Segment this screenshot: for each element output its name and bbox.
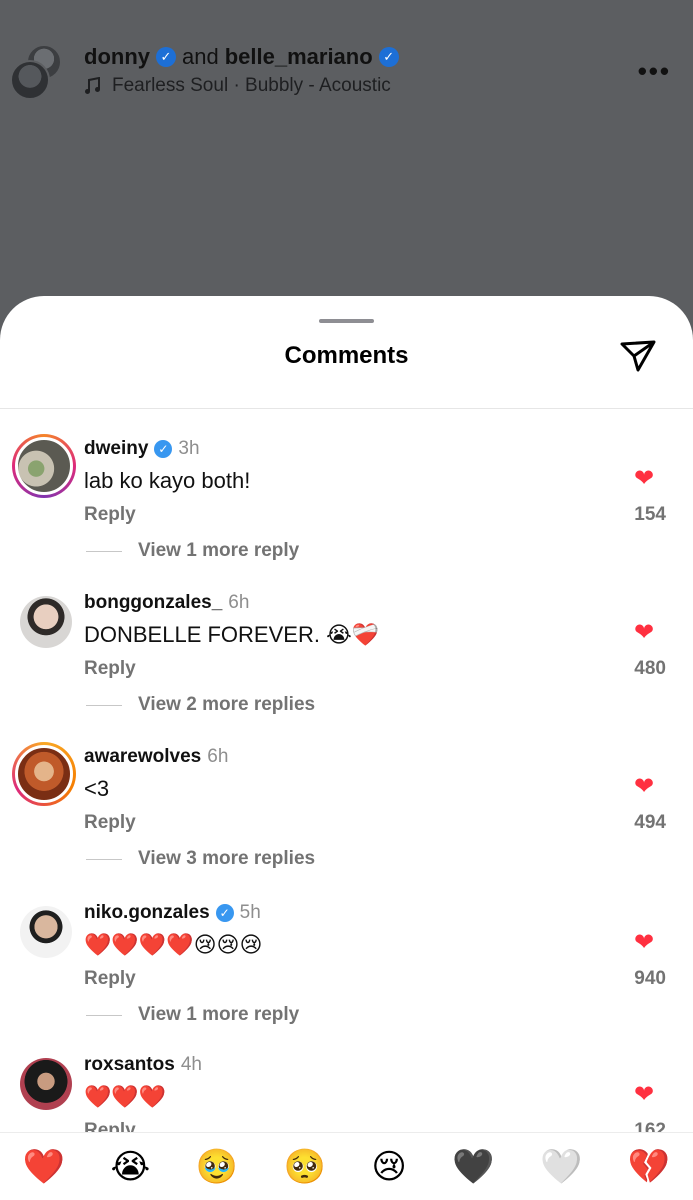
replies-line [86, 858, 122, 860]
comment-username[interactable]: roxsantos [84, 1054, 175, 1076]
view-replies-button[interactable]: View 1 more reply [86, 540, 299, 562]
like-count: 480 [634, 658, 666, 679]
avatar[interactable] [20, 1058, 72, 1110]
post-music[interactable]: Fearless Soul · Bubbly - Acoustic [84, 75, 391, 97]
comment-text: ❤️❤️❤️❤️😢😢😢 [84, 932, 263, 957]
heart-icon[interactable]: ❤ [634, 618, 654, 647]
comment-header: awarewolves 6h [84, 746, 228, 768]
view-replies-label: View 3 more replies [138, 848, 316, 869]
heart-icon[interactable]: ❤ [634, 772, 654, 801]
comment-username[interactable]: awarewolves [84, 746, 201, 768]
avatar [10, 60, 50, 100]
comment-time: 5h [239, 902, 261, 923]
sheet-title: Comments [284, 342, 409, 369]
send-icon[interactable] [618, 338, 658, 374]
comment-time: 6h [207, 746, 229, 767]
reply-button[interactable]: Reply [84, 968, 136, 990]
replies-line [86, 704, 122, 706]
view-replies-button[interactable]: View 2 more replies [86, 694, 315, 716]
like-count: 494 [634, 812, 666, 833]
divider [0, 408, 693, 409]
view-replies-button[interactable]: View 1 more reply [86, 1004, 299, 1026]
heart-icon[interactable]: ❤ [634, 464, 654, 493]
comment-item: niko.gonzales ✓ 5h ❤️❤️❤️❤️😢😢😢 Reply ❤ 9… [0, 902, 693, 1056]
comment-text: <3 [84, 776, 110, 801]
avatar[interactable] [12, 434, 76, 498]
view-replies-label: View 1 more reply [138, 1004, 300, 1025]
comment-text: ❤️❤️❤️ [84, 1084, 167, 1109]
view-replies-label: View 2 more replies [138, 694, 316, 715]
comment-text: DONBELLE FOREVER. 😭❤️‍🩹 [84, 622, 380, 647]
emoji-reaction-bar: ❤️ 😭 🥹 🥺 😢 🖤 🤍 💔 [0, 1132, 693, 1200]
post-author-2[interactable]: belle_mariano [225, 44, 373, 70]
view-replies-label: View 1 more reply [138, 540, 300, 561]
post-and-text: and [182, 44, 219, 69]
comment-item: awarewolves 6h <3 Reply ❤ 494 View 3 mor… [0, 742, 693, 900]
comment-time: 4h [180, 1054, 202, 1075]
post-header: donny ✓ and belle_mariano ✓ Fearless Sou… [0, 36, 693, 106]
post-author-1[interactable]: donny [84, 44, 150, 70]
comment-header: bonggonzales_ 6h [84, 592, 249, 614]
white-heart-emoji-icon[interactable]: 🤍 [540, 1147, 582, 1187]
heart-icon[interactable]: ❤ [634, 928, 654, 957]
post-authors: donny ✓ and belle_mariano ✓ [84, 44, 399, 70]
verified-badge-icon: ✓ [156, 47, 176, 67]
comment-header: roxsantos 4h [84, 1054, 202, 1076]
verified-badge-icon: ✓ [154, 440, 173, 458]
music-label: Fearless Soul · Bubbly - Acoustic [112, 75, 391, 96]
like-count: 154 [634, 504, 666, 525]
post-avatars[interactable] [10, 44, 66, 100]
heart-icon[interactable]: ❤ [634, 1080, 654, 1109]
holding-back-tears-emoji-icon[interactable]: 🥹 [196, 1147, 238, 1187]
reply-button[interactable]: Reply [84, 812, 136, 834]
black-heart-emoji-icon[interactable]: 🖤 [452, 1147, 494, 1187]
replies-line [86, 1014, 122, 1016]
comment-header: niko.gonzales ✓ 5h [84, 902, 261, 924]
sad-tear-emoji-icon[interactable]: 😢 [371, 1147, 406, 1187]
comment-username[interactable]: niko.gonzales [84, 902, 210, 924]
comment-item: bonggonzales_ 6h DONBELLE FOREVER. 😭❤️‍🩹… [0, 592, 693, 746]
comment-username[interactable]: dweiny [84, 438, 148, 460]
view-replies-button[interactable]: View 3 more replies [86, 848, 315, 870]
verified-badge-icon: ✓ [215, 904, 234, 922]
replies-line [86, 550, 122, 552]
reply-button[interactable]: Reply [84, 658, 136, 680]
avatar[interactable] [12, 742, 76, 806]
comment-text: lab ko kayo both! [84, 468, 251, 493]
reply-button[interactable]: Reply [84, 504, 136, 526]
avatar[interactable] [20, 596, 72, 648]
music-note-icon [85, 77, 100, 94]
pleading-face-emoji-icon[interactable]: 🥺 [284, 1147, 326, 1187]
comment-time: 3h [178, 438, 200, 459]
verified-badge-icon: ✓ [378, 47, 399, 67]
comment-username[interactable]: bonggonzales_ [84, 592, 222, 614]
comment-time: 6h [228, 592, 250, 613]
more-dots-icon[interactable]: ••• [638, 56, 671, 87]
sheet-grabber[interactable] [319, 319, 374, 323]
avatar[interactable] [20, 906, 72, 958]
crying-face-emoji-icon[interactable]: 😭 [111, 1147, 151, 1187]
red-heart-emoji-icon[interactable]: ❤️ [23, 1147, 65, 1187]
comment-item: dweiny ✓ 3h lab ko kayo both! Reply ❤ 15… [0, 434, 693, 592]
like-count: 940 [634, 968, 666, 989]
comment-header: dweiny ✓ 3h [84, 438, 200, 460]
broken-heart-emoji-icon[interactable]: 💔 [628, 1147, 670, 1187]
comments-sheet: Comments dweiny ✓ 3h lab ko kayo both! R… [0, 296, 693, 1200]
